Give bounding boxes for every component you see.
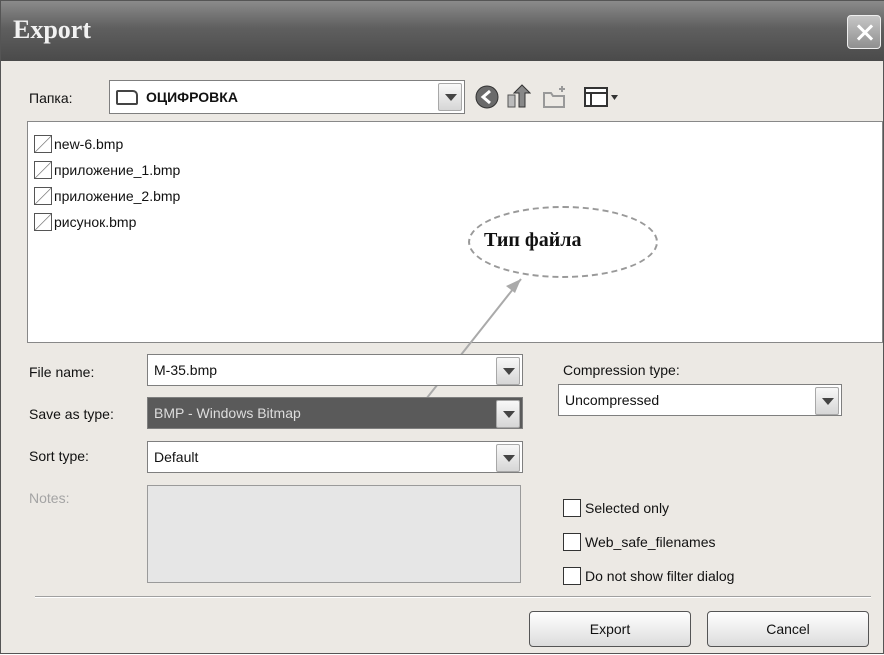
file-name-field[interactable]: M-35.bmp [147,354,523,386]
sort-type-value: Default [154,449,199,465]
compression-dropdown[interactable]: Uncompressed [558,384,842,416]
chevron-down-icon[interactable] [496,444,520,472]
web-safe-checkbox[interactable] [563,533,581,551]
sort-type-dropdown[interactable]: Default [147,441,523,473]
no-filter-dialog-option[interactable]: Do not show filter dialog [563,567,734,585]
compression-label: Compression type: [563,362,680,378]
web-safe-label: Web_safe_filenames [585,534,716,550]
file-name-label: File name: [29,364,95,380]
chevron-down-icon[interactable] [496,400,520,428]
save-type-value: BMP - Windows Bitmap [154,405,301,421]
no-filter-dialog-checkbox[interactable] [563,567,581,585]
web-safe-option[interactable]: Web_safe_filenames [563,533,715,551]
selected-only-label: Selected only [585,500,670,516]
chevron-down-icon[interactable] [815,387,839,415]
selected-only-checkbox[interactable] [563,499,581,517]
export-dialog: Export Папка: ОЦИФРОВКА new-6.bmp прилож… [0,0,884,654]
no-filter-dialog-label: Do not show filter dialog [585,568,735,584]
save-type-dropdown[interactable]: BMP - Windows Bitmap [147,397,523,429]
divider [35,596,871,598]
notes-field [147,485,521,583]
notes-label: Notes: [29,490,70,506]
sort-type-label: Sort type: [29,448,89,464]
save-type-label: Save as type: [29,406,114,422]
export-button[interactable]: Export [529,611,691,647]
file-name-value: M-35.bmp [154,362,218,378]
chevron-down-icon[interactable] [496,357,520,385]
selected-only-option[interactable]: Selected only [563,499,669,517]
cancel-button[interactable]: Cancel [707,611,869,647]
compression-value: Uncompressed [565,392,660,408]
